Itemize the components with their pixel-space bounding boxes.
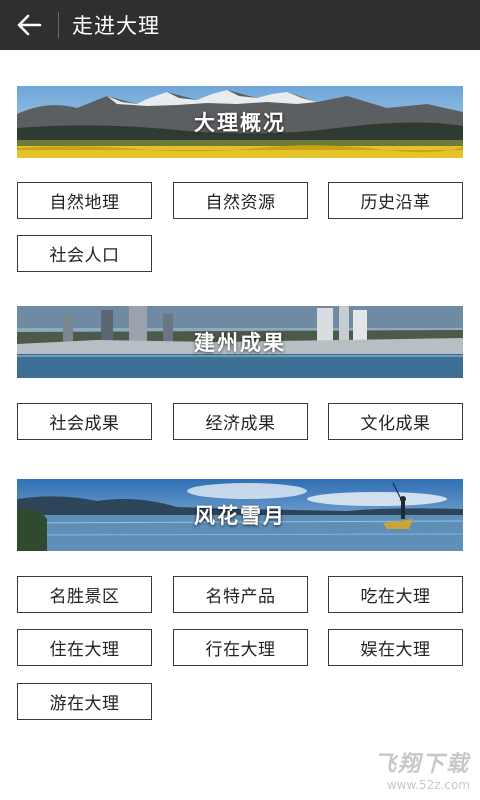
menu-item-cultural-achievements[interactable]: 文化成果: [328, 403, 463, 440]
menu-item-scenic-spots[interactable]: 名胜景区: [17, 576, 152, 613]
banner-title-scenery: 风花雪月: [194, 504, 286, 528]
back-button[interactable]: [0, 0, 58, 50]
banner-title-achievements: 建州成果: [194, 331, 286, 355]
menu-item-travel-in-dali[interactable]: 行在大理: [173, 629, 308, 666]
watermark-logo: 飞翔下载: [373, 752, 470, 777]
menu-item-specialty-products[interactable]: 名特产品: [173, 576, 308, 613]
banner-scenery[interactable]: 风花雪月: [17, 479, 463, 551]
header-divider: [58, 12, 59, 38]
menu-item-natural-geography[interactable]: 自然地理: [17, 182, 152, 219]
banner-achievements[interactable]: 建州成果: [17, 306, 463, 378]
watermark-url: www.52z.com: [386, 778, 470, 792]
banner-overview[interactable]: 大理概况: [17, 86, 463, 158]
menu-item-stay-in-dali[interactable]: 住在大理: [17, 629, 152, 666]
back-arrow-icon: [17, 14, 42, 36]
menu-item-entertainment-in-dali[interactable]: 娱在大理: [328, 629, 463, 666]
menu-item-social-achievements[interactable]: 社会成果: [17, 403, 152, 440]
page-title: 走进大理: [72, 14, 160, 38]
banner-title-overview: 大理概况: [194, 111, 286, 135]
menu-item-natural-resources[interactable]: 自然资源: [173, 182, 308, 219]
menu-item-tour-in-dali[interactable]: 游在大理: [17, 683, 152, 720]
top-bar: 走进大理: [0, 0, 480, 50]
menu-item-eat-in-dali[interactable]: 吃在大理: [328, 576, 463, 613]
menu-item-history[interactable]: 历史沿革: [328, 182, 463, 219]
menu-item-economic-achievements[interactable]: 经济成果: [173, 403, 308, 440]
menu-item-population[interactable]: 社会人口: [17, 235, 152, 272]
watermark: 飞翔下载 www.52z.com: [374, 746, 470, 792]
